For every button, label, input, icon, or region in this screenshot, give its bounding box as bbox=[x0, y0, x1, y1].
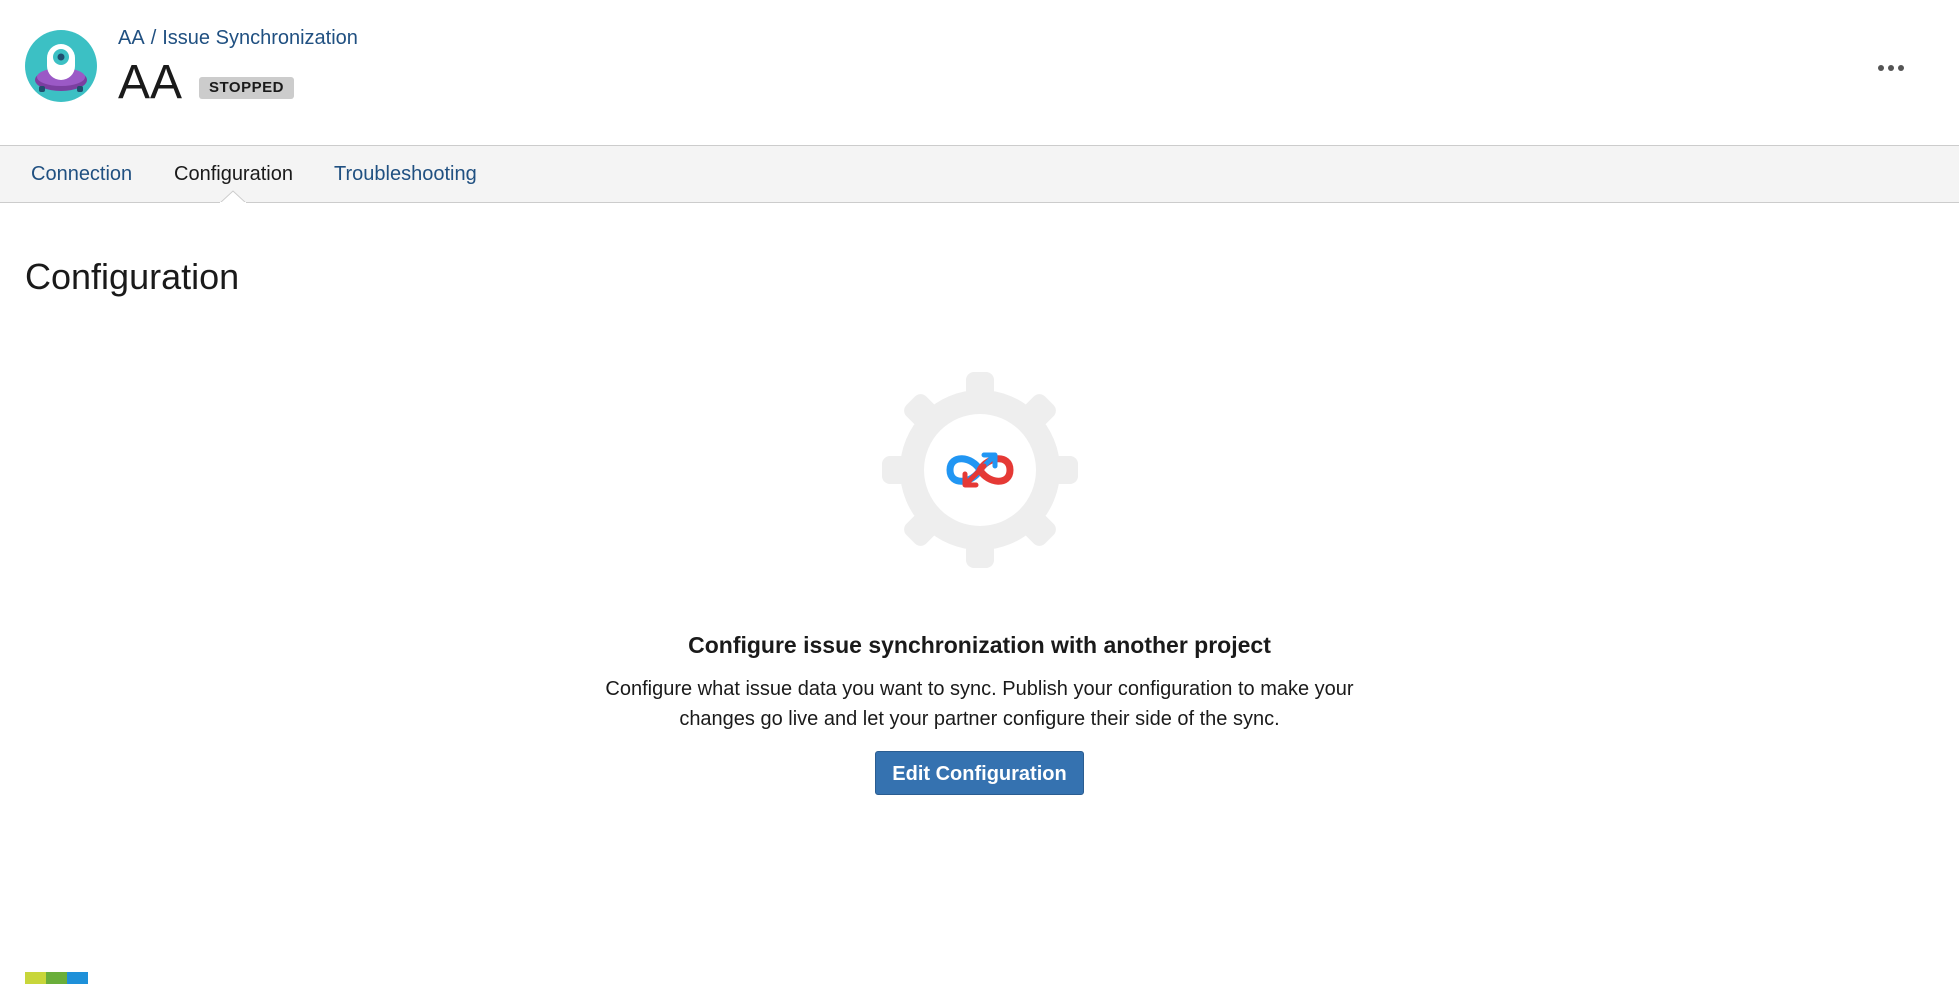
breadcrumb: AA / Issue Synchronization bbox=[118, 27, 358, 50]
project-title: AA bbox=[118, 56, 183, 109]
breadcrumb-project-link[interactable]: AA bbox=[118, 27, 145, 49]
gear-sync-icon bbox=[881, 372, 1078, 568]
empty-state-heading: Configure issue synchronization with ano… bbox=[688, 632, 1271, 658]
footer-logo bbox=[25, 972, 88, 984]
edit-configuration-button[interactable]: Edit Configuration bbox=[875, 751, 1084, 795]
page-title: Configuration bbox=[25, 256, 240, 297]
empty-state: Configure issue synchronization with ano… bbox=[0, 370, 1959, 795]
ellipsis-icon bbox=[1898, 65, 1904, 71]
footer-logo-segment bbox=[67, 972, 88, 984]
status-badge: STOPPED bbox=[199, 77, 294, 99]
ellipsis-icon bbox=[1888, 65, 1894, 71]
empty-state-description: Configure what issue data you want to sy… bbox=[605, 678, 1354, 730]
tab-bar: Connection Configuration Troubleshooting bbox=[0, 145, 1959, 203]
more-actions-button[interactable] bbox=[1873, 58, 1909, 78]
tab-connection[interactable]: Connection bbox=[31, 146, 132, 203]
breadcrumb-separator: / bbox=[150, 27, 157, 49]
breadcrumb-section-link[interactable]: Issue Synchronization bbox=[162, 27, 358, 49]
footer-logo-segment bbox=[46, 972, 67, 984]
footer-logo-segment bbox=[25, 972, 46, 984]
ellipsis-icon bbox=[1878, 65, 1884, 71]
title-row: AA STOPPED bbox=[118, 55, 294, 111]
active-tab-indicator bbox=[220, 190, 246, 203]
page-header: AA / Issue Synchronization AA STOPPED bbox=[0, 0, 1959, 145]
project-avatar-icon[interactable] bbox=[25, 30, 97, 102]
tab-troubleshooting[interactable]: Troubleshooting bbox=[334, 146, 477, 203]
